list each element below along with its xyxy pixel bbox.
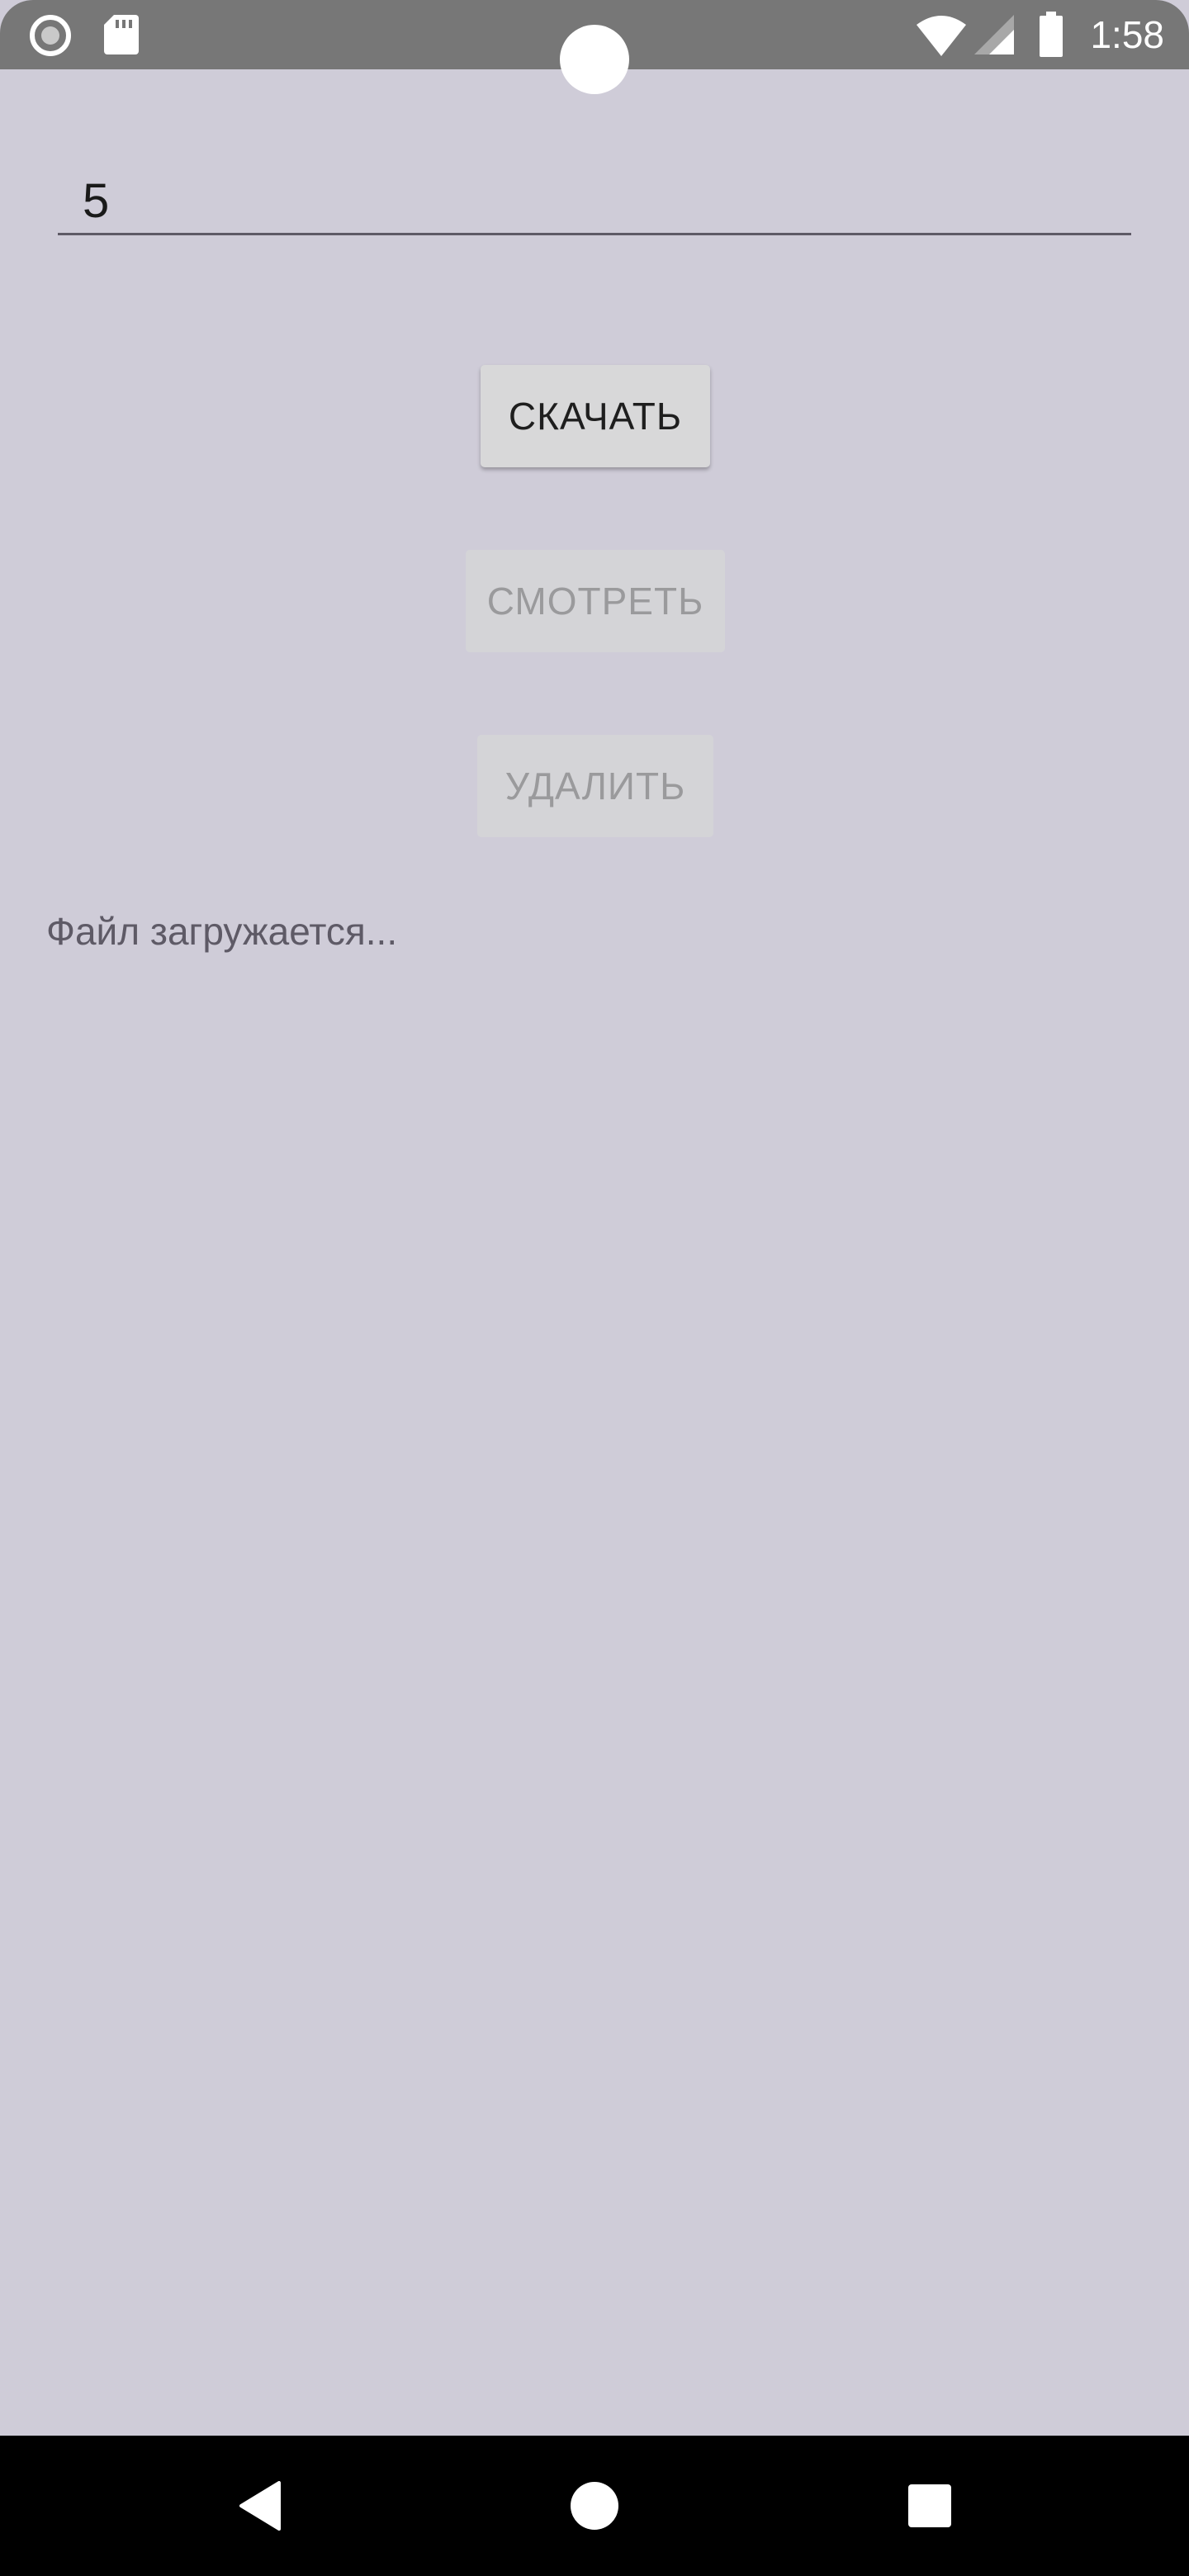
recents-icon — [908, 2484, 951, 2527]
number-input-value[interactable]: 5 — [83, 168, 109, 234]
delete-button[interactable]: УДАЛИТЬ — [477, 735, 713, 837]
view-button[interactable]: СМОТРЕТЬ — [466, 550, 725, 652]
record-icon — [30, 15, 71, 56]
download-button[interactable]: СКАЧАТЬ — [481, 365, 710, 467]
view-button-label: СМОТРЕТЬ — [486, 580, 704, 623]
delete-button-label: УДАЛИТЬ — [504, 765, 686, 807]
cell-signal-icon — [974, 15, 1014, 54]
download-button-label: СКАЧАТЬ — [508, 395, 683, 438]
home-icon — [571, 2482, 618, 2530]
back-icon — [239, 2481, 281, 2531]
battery-icon — [1040, 12, 1063, 57]
status-message: Файл загружается... — [46, 910, 398, 953]
nav-back-button[interactable] — [195, 2436, 327, 2576]
wifi-icon — [917, 16, 966, 56]
app-content: 5 СКАЧАТЬ СМОТРЕТЬ УДАЛИТЬ Файл загружае… — [0, 69, 1189, 2436]
number-input[interactable]: 5 — [58, 160, 1131, 235]
nav-recents-button[interactable] — [864, 2436, 996, 2576]
nav-home-button[interactable] — [528, 2436, 661, 2576]
sd-card-icon — [104, 15, 139, 54]
navigation-bar — [0, 2436, 1189, 2576]
clock: 1:58 — [1090, 13, 1164, 56]
